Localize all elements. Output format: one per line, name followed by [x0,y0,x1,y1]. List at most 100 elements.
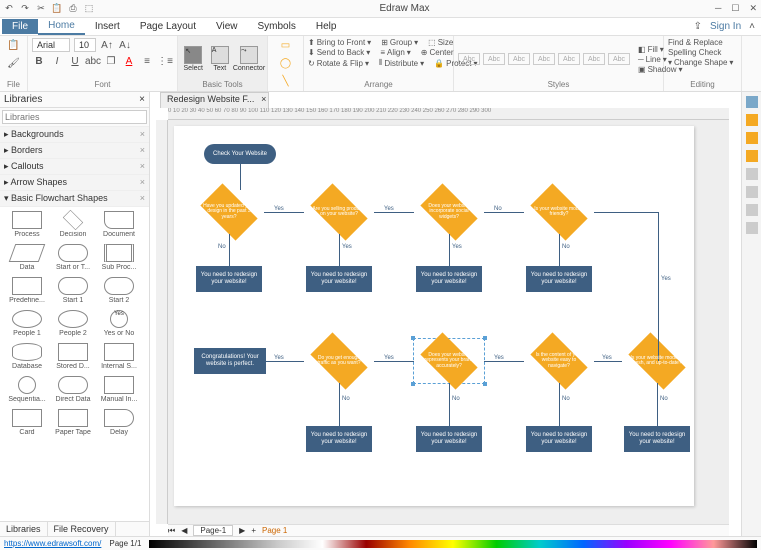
page-tab-1[interactable]: Page-1 [193,525,233,536]
format-painter-icon[interactable]: 🖌 [7,56,21,70]
distribute-button[interactable]: ⫴ Distribute ▾ [379,58,424,68]
paste-button[interactable]: 📋 [7,38,21,52]
align-left-icon[interactable]: ≡ [140,54,154,68]
spelling-button[interactable]: Spelling Check [668,48,721,57]
bring-front-button[interactable]: ⬆ Bring to Front ▾ [308,38,371,47]
shape-process[interactable]: Process [4,211,50,238]
send-back-button[interactable]: ⬇ Send to Back ▾ [308,48,370,57]
qat-more-icon[interactable]: ⬚ [84,4,94,14]
panel-icon-5[interactable] [746,168,758,180]
node-r5[interactable]: You need to redesign your website! [306,426,372,452]
shape-terminator[interactable]: Start or T... [50,244,96,271]
text-tool[interactable]: AText [209,46,232,72]
node-d3[interactable]: Does your website incorporate social wid… [414,190,484,234]
style-preset-1[interactable]: Abc [458,53,480,65]
cat-arrow-shapes[interactable]: ▸ Arrow Shapes× [0,175,149,191]
shrink-font-icon[interactable]: A↓ [118,38,132,52]
bold-icon[interactable]: B [32,54,46,68]
font-name-select[interactable]: Arial [32,38,70,52]
strike-icon[interactable]: abc [86,54,100,68]
canvas[interactable]: Check Your Website Have you updated your… [168,120,729,524]
cat-callouts[interactable]: ▸ Callouts× [0,159,149,175]
group-button[interactable]: ⊞ Group ▾ [381,38,418,47]
style-preset-7[interactable]: Abc [608,53,630,65]
redo-icon[interactable]: ↷ [20,4,30,14]
style-preset-6[interactable]: Abc [583,53,605,65]
select-tool[interactable]: ↖Select [182,46,205,72]
node-start[interactable]: Check Your Website [204,144,276,164]
node-d1[interactable]: Have you updated your design in the past… [194,190,264,234]
shape-data[interactable]: Data [4,244,50,271]
paste-icon[interactable]: 📋 [52,4,62,14]
library-search-input[interactable] [2,110,147,124]
grow-font-icon[interactable]: A↑ [100,38,114,52]
cut-icon[interactable]: ✂ [36,4,46,14]
page-nav-first[interactable]: ⏮ [168,526,175,536]
shape-people2[interactable]: People 2 [50,310,96,337]
tab-view[interactable]: View [206,19,248,34]
tab-home[interactable]: Home [38,18,85,35]
italic-icon[interactable]: I [50,54,64,68]
center-button[interactable]: ⊕ Center [421,48,454,57]
shape-people1[interactable]: People 1 [4,310,50,337]
cat-borders[interactable]: ▸ Borders× [0,143,149,159]
tab-help[interactable]: Help [306,19,347,34]
status-url[interactable]: https://www.edrawsoft.com/ [4,539,101,548]
node-d6[interactable]: Does your website represents your brand … [414,339,484,383]
cat-flowchart-shapes[interactable]: ▾ Basic Flowchart Shapes× [0,191,149,207]
node-r6[interactable]: You need to redesign your website! [416,426,482,452]
shape-manualinput[interactable]: Manual In... [96,376,142,403]
change-shape-button[interactable]: ▾ Change Shape ▾ [668,58,733,67]
shape-yesno[interactable]: YesYes or No [96,310,142,337]
ribbon-collapse-icon[interactable]: ˄ [749,21,755,32]
cat-backgrounds[interactable]: ▸ Backgrounds× [0,127,149,143]
shape-papertape[interactable]: Paper Tape [50,409,96,436]
shape-document[interactable]: Document [96,211,142,238]
tab-page-layout[interactable]: Page Layout [130,19,206,34]
shape-rect-icon[interactable]: ▭ [279,38,293,52]
node-r1[interactable]: You need to redesign your website! [196,266,262,292]
shape-line-icon[interactable]: ╲ [279,74,293,88]
document-tab[interactable]: Redesign Website F... × [160,92,269,108]
page-add[interactable]: + [251,526,256,535]
panel-icon-8[interactable] [746,222,758,234]
share-icon[interactable]: ⇪ [694,21,702,32]
panel-icon-3[interactable] [746,132,758,144]
close-icon[interactable]: ✕ [749,3,757,14]
node-d5[interactable]: Do you get enough traffic as you want? [304,339,374,383]
shape-subprocess[interactable]: Sub Proc... [96,244,142,271]
style-preset-2[interactable]: Abc [483,53,505,65]
shape-start2[interactable]: Start 2 [96,277,142,304]
minimize-icon[interactable]: ─ [715,3,721,14]
node-r2[interactable]: You need to redesign your website! [306,266,372,292]
node-d4[interactable]: Is your website mobile friendly? [524,190,594,234]
tab-symbols[interactable]: Symbols [248,19,306,34]
node-d7[interactable]: Is the content of your website easy to n… [524,339,594,383]
font-size-select[interactable]: 10 [74,38,96,52]
highlight-icon[interactable]: ❐ [104,54,118,68]
shape-card[interactable]: Card [4,409,50,436]
undo-icon[interactable]: ↶ [4,4,14,14]
shape-delay[interactable]: Delay [96,409,142,436]
tab-close-icon[interactable]: × [261,94,266,104]
color-strip[interactable] [149,540,757,548]
node-r3[interactable]: You need to redesign your website! [416,266,482,292]
bullets-icon[interactable]: ⋮≡ [158,54,172,68]
underline-icon[interactable]: U [68,54,82,68]
connector-tool[interactable]: ⤳Connector [235,46,263,72]
page-nav-next[interactable]: ▶ [239,526,245,535]
node-r7[interactable]: You need to redesign your website! [526,426,592,452]
panel-icon-1[interactable] [746,96,758,108]
node-r4[interactable]: You need to redesign your website! [526,266,592,292]
shape-sequential[interactable]: Sequentia... [4,376,50,403]
font-color-icon[interactable]: A [122,54,136,68]
tab-insert[interactable]: Insert [85,19,130,34]
size-button[interactable]: ⬚ Size [428,38,453,47]
rotate-button[interactable]: ↻ Rotate & Flip ▾ [308,59,369,68]
style-preset-4[interactable]: Abc [533,53,555,65]
lp-tab-libraries[interactable]: Libraries [0,522,48,536]
panel-icon-6[interactable] [746,186,758,198]
shape-predefined[interactable]: Predefine... [4,277,50,304]
shape-directdata[interactable]: Direct Data [50,376,96,403]
node-d8[interactable]: Is your website modern, fresh, and up-to… [622,339,692,383]
